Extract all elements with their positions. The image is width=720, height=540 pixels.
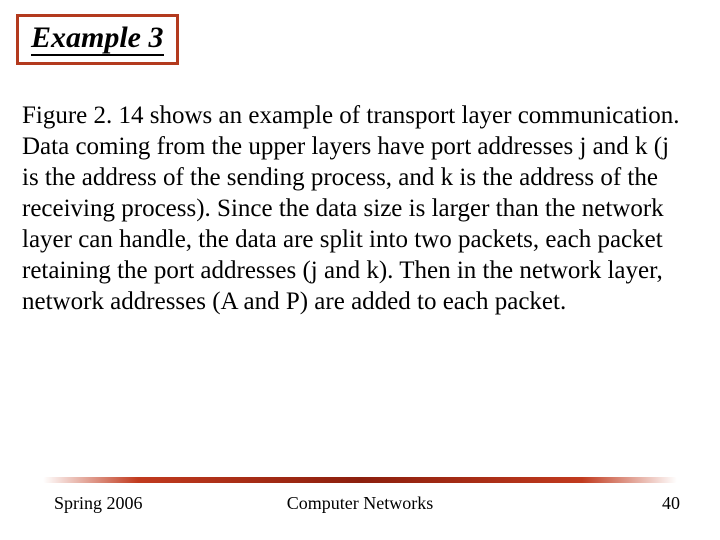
slide-body-text: Figure 2. 14 shows an example of transpo… xyxy=(22,100,690,317)
footer-date: Spring 2006 xyxy=(54,493,143,514)
footer-divider-bar xyxy=(43,477,677,483)
slide-footer: Spring 2006 Computer Networks 40 xyxy=(0,477,720,514)
footer-row: Spring 2006 Computer Networks 40 xyxy=(0,493,720,514)
slide-title-box: Example 3 xyxy=(16,14,179,65)
footer-page-number: 40 xyxy=(662,493,680,514)
slide-title: Example 3 xyxy=(31,21,164,56)
footer-title: Computer Networks xyxy=(287,493,433,514)
